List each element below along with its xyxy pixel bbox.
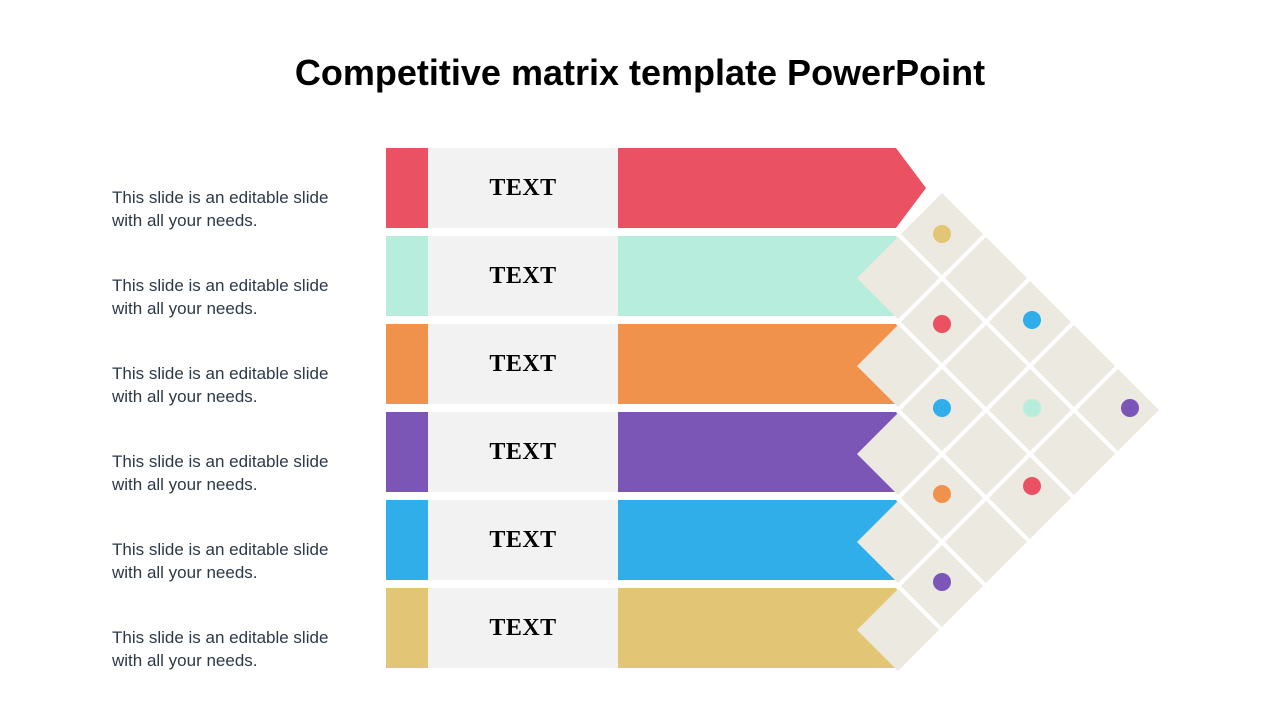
matrix-dot [933, 225, 951, 243]
row-label: TEXT [428, 588, 618, 668]
matrix-dot [933, 485, 951, 503]
row-label: TEXT [428, 148, 618, 228]
row-color-tab [386, 148, 428, 228]
row-desc: This slide is an editable slide with all… [112, 342, 362, 430]
row-color-tab [386, 236, 428, 316]
matrix-dot [1023, 399, 1041, 417]
arrow-row: TEXT [386, 500, 926, 580]
matrix-dot [1121, 399, 1139, 417]
diamond-matrix [876, 186, 1176, 626]
row-desc: This slide is an editable slide with all… [112, 166, 362, 254]
arrow-row: TEXT [386, 588, 926, 668]
row-desc: This slide is an editable slide with all… [112, 254, 362, 342]
matrix-dot [1023, 477, 1041, 495]
arrow-row: TEXT [386, 412, 926, 492]
matrix-dot [933, 573, 951, 591]
row-color-tab [386, 324, 428, 404]
description-column: This slide is an editable slide with all… [112, 166, 362, 694]
row-desc: This slide is an editable slide with all… [112, 430, 362, 518]
row-label: TEXT [428, 236, 618, 316]
row-label: TEXT [428, 412, 618, 492]
matrix-dot [933, 315, 951, 333]
matrix-dot [933, 399, 951, 417]
row-color-tab [386, 412, 428, 492]
page-title: Competitive matrix template PowerPoint [0, 52, 1280, 94]
arrow-rows: TEXT TEXT TEXT TEXT TEXT TEXT [386, 148, 926, 676]
row-label: TEXT [428, 500, 618, 580]
row-desc: This slide is an editable slide with all… [112, 518, 362, 606]
matrix-dot [1023, 311, 1041, 329]
arrow-row: TEXT [386, 324, 926, 404]
arrow-row: TEXT [386, 236, 926, 316]
row-desc: This slide is an editable slide with all… [112, 606, 362, 694]
row-label: TEXT [428, 324, 618, 404]
row-color-tab [386, 500, 428, 580]
row-color-tab [386, 588, 428, 668]
arrow-row: TEXT [386, 148, 926, 228]
